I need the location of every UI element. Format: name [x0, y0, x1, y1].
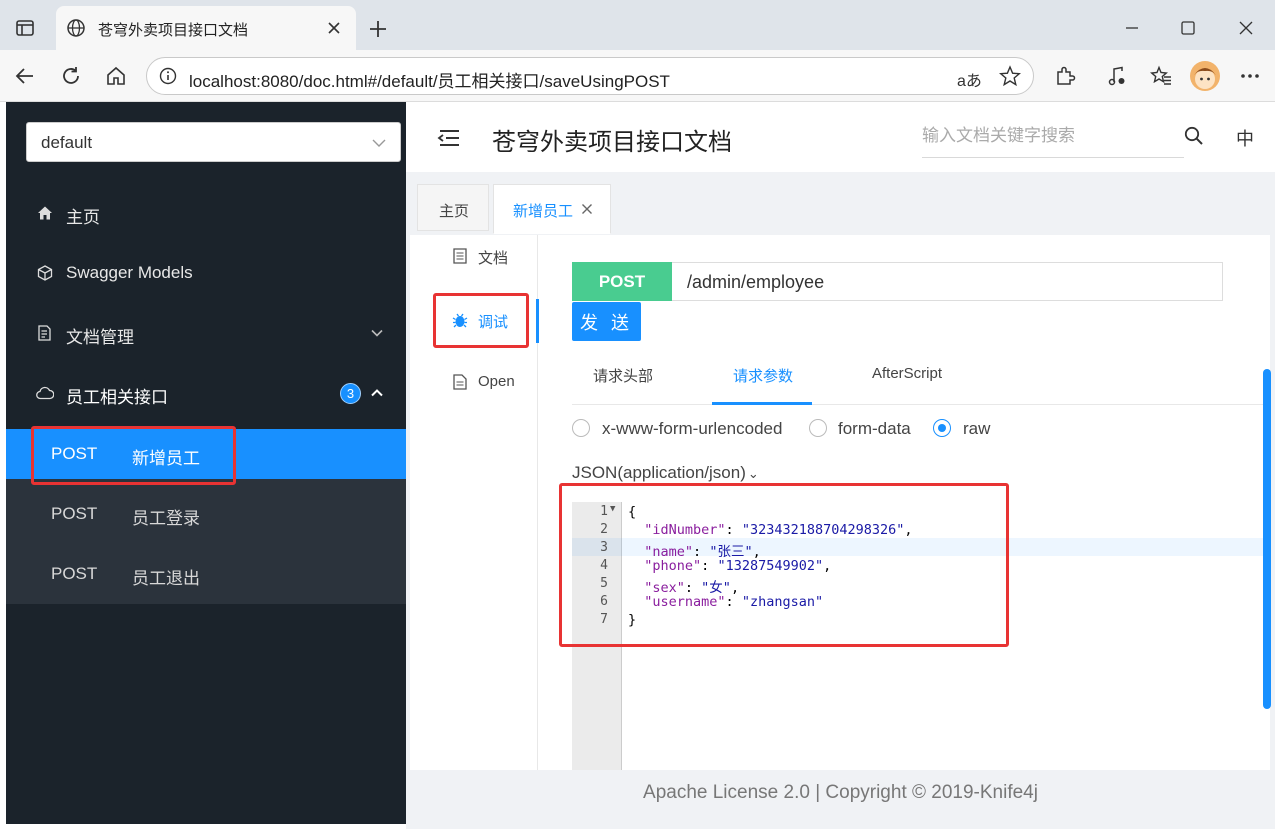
active-tab-underline: [712, 402, 812, 405]
new-tab-icon[interactable]: [366, 17, 390, 41]
radio-raw[interactable]: [933, 419, 951, 437]
reload-icon[interactable]: [58, 63, 84, 89]
tab-add-employee[interactable]: 新增员工: [493, 184, 611, 234]
models-icon: [36, 264, 54, 282]
more-icon[interactable]: [1237, 63, 1263, 89]
method-badge: POST: [572, 262, 672, 301]
nav-open[interactable]: Open: [452, 373, 532, 395]
search-input[interactable]: [922, 126, 1172, 146]
language-toggle[interactable]: 中: [1236, 125, 1254, 151]
tab-home[interactable]: 主页: [417, 184, 489, 231]
tab-label: 新增员工: [513, 203, 574, 220]
highlight-box: [433, 293, 529, 348]
sidebar-toggle-icon[interactable]: [14, 17, 36, 39]
request-url-bar: POST /admin/employee: [572, 262, 1223, 301]
extensions-icon[interactable]: [1052, 63, 1078, 89]
browser-tab-bar: 苍穹外卖项目接口文档: [0, 0, 1275, 55]
close-icon[interactable]: [580, 202, 594, 216]
close-window-icon[interactable]: [1234, 16, 1258, 40]
nav-doc[interactable]: 文档: [452, 247, 532, 269]
document-icon: [452, 248, 468, 264]
chevron-up-icon: [370, 386, 384, 400]
group-select-value: default: [41, 133, 93, 152]
tab-request-params[interactable]: 请求参数: [733, 365, 793, 386]
radio-label: form-data: [838, 419, 911, 438]
favorites-icon[interactable]: [1148, 63, 1174, 89]
sidebar-item-employee-api[interactable]: 员工相关接口 3: [6, 368, 406, 418]
footer: Apache License 2.0 | Copyright © 2019-Kn…: [643, 782, 1038, 803]
radio-form-data[interactable]: [809, 419, 827, 437]
api-label: 员工退出: [132, 569, 200, 588]
chevron-down-icon: [370, 326, 384, 340]
search-icon[interactable]: [1182, 124, 1206, 148]
sidebar-item-swagger-models[interactable]: Swagger Models: [6, 248, 406, 298]
home-icon: [36, 204, 54, 222]
content-panel: 文档 调试 Open POST /admin/employee 发 送 请求头部…: [410, 235, 1271, 770]
sidebar-item-label: 文档管理: [66, 328, 134, 347]
request-tabs-divider: [572, 404, 1268, 405]
header: 苍穹外卖项目接口文档 中: [406, 102, 1275, 172]
sidebar-item-label: Swagger Models: [66, 263, 193, 282]
menu-collapse-icon[interactable]: [436, 126, 462, 150]
sidebar-item-label: 主页: [66, 208, 100, 227]
minimize-icon[interactable]: [1120, 16, 1144, 40]
chevron-down-icon: [371, 135, 387, 151]
file-icon: [452, 374, 468, 390]
content-type-select[interactable]: JSON(application/json) ⌄: [572, 463, 759, 483]
sidebar: default 主页 Swagger Models 文档管理 员工相关接口 3: [6, 102, 406, 824]
request-path[interactable]: /admin/employee: [687, 272, 824, 293]
media-icon[interactable]: [1104, 63, 1130, 89]
tab-afterscript[interactable]: AfterScript: [872, 365, 942, 382]
translate-icon[interactable]: aあ: [957, 67, 982, 91]
radio-label: x-www-form-urlencoded: [602, 419, 783, 438]
globe-icon: [66, 18, 86, 38]
content-type-value: JSON(application/json): [572, 463, 746, 482]
main-area: 苍穹外卖项目接口文档 中 主页 新增员工 文档: [406, 102, 1275, 829]
home-browser-icon[interactable]: [103, 63, 129, 89]
chevron-down-icon: ⌄: [747, 466, 759, 481]
radio-label: raw: [963, 419, 991, 438]
radio-urlencoded[interactable]: [572, 419, 590, 437]
cloud-icon: [36, 384, 54, 402]
api-label: 员工登录: [132, 509, 200, 528]
tab-label: 主页: [439, 203, 470, 220]
tab-title: 苍穹外卖项目接口文档: [98, 22, 249, 39]
method-label: POST: [51, 504, 98, 523]
tab-request-headers[interactable]: 请求头部: [593, 365, 653, 386]
scrollbar[interactable]: [1263, 369, 1271, 709]
group-select[interactable]: default: [26, 122, 401, 162]
sidebar-item-doc-manage[interactable]: 文档管理: [6, 308, 406, 358]
nav-label: 文档: [478, 250, 509, 267]
method-label: POST: [51, 564, 98, 583]
address-toolbar: localhost:8080/doc.html#/default/员工相关接口/…: [0, 50, 1275, 102]
url-text: localhost:8080/doc.html#/default/员工相关接口/…: [189, 72, 670, 91]
doc-manage-icon: [36, 324, 54, 342]
browser-tab[interactable]: 苍穹外卖项目接口文档: [56, 6, 356, 50]
submenu-item-employee-logout[interactable]: POST 员工退出: [6, 549, 406, 599]
page-title: 苍穹外卖项目接口文档: [492, 129, 732, 156]
nav-label: Open: [478, 373, 515, 390]
close-tab-icon[interactable]: [326, 20, 342, 36]
profile-avatar[interactable]: [1190, 61, 1220, 91]
highlight-box: [31, 426, 236, 485]
url-bar[interactable]: localhost:8080/doc.html#/default/员工相关接口/…: [146, 57, 1034, 95]
submenu-item-employee-login[interactable]: POST 员工登录: [6, 489, 406, 539]
star-icon[interactable]: [999, 65, 1021, 87]
nav-active-indicator: [536, 299, 539, 343]
count-badge: 3: [340, 383, 361, 404]
search-box: [922, 122, 1184, 158]
maximize-icon[interactable]: [1176, 16, 1200, 40]
highlight-box: [559, 483, 1009, 647]
sidebar-item-label: 员工相关接口: [66, 388, 168, 407]
send-button[interactable]: 发 送: [572, 302, 641, 341]
radio-dot: [938, 424, 946, 432]
info-icon[interactable]: [159, 67, 177, 85]
sidebar-item-home[interactable]: 主页: [6, 188, 406, 238]
back-icon[interactable]: [12, 63, 38, 89]
